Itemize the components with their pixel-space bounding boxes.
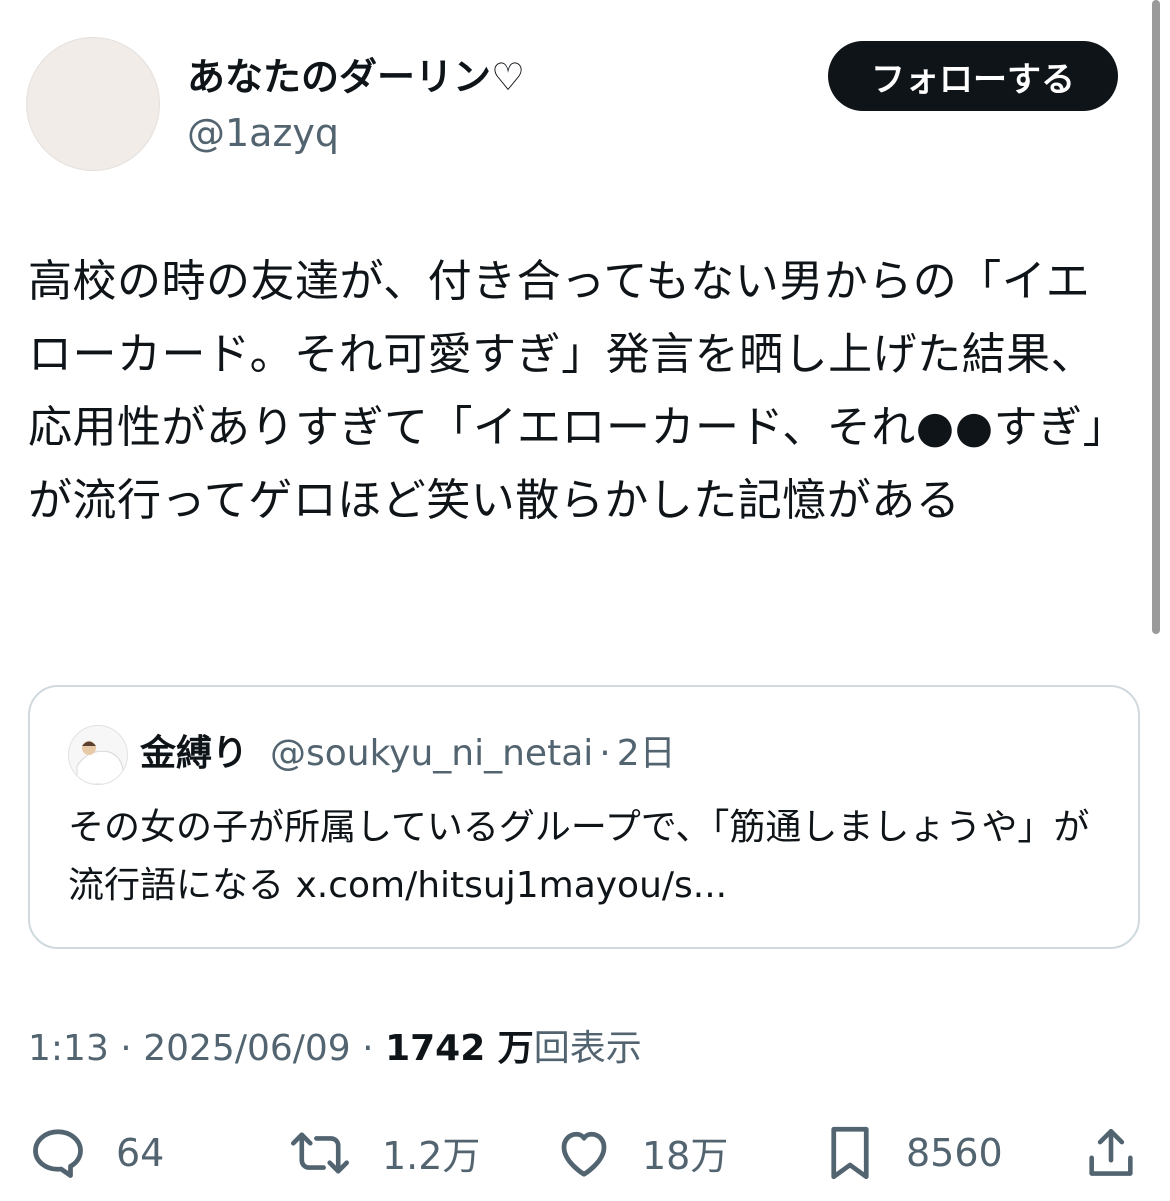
views-count: 1742 万 (385, 1028, 534, 1069)
views-label: 回表示 (533, 1028, 642, 1069)
quote-author-avatar (68, 725, 128, 785)
like-button[interactable]: 18万 (554, 1115, 728, 1190)
quote-text: その女の子が所属しているグループで、「筋通しましょうや」が流行語になる x.co… (68, 807, 1090, 906)
author-handle[interactable]: @1azyq (187, 108, 339, 158)
action-bar: 64 1.2万 18万 8560 (0, 1115, 1170, 1190)
tweet-time[interactable]: 1:13 (28, 1028, 109, 1069)
scrollbar[interactable] (1152, 0, 1160, 634)
share-button[interactable] (1082, 1115, 1140, 1190)
author-avatar[interactable] (26, 37, 160, 171)
quote-separator: · (599, 733, 611, 774)
heart-icon (554, 1123, 614, 1183)
quote-tweet-card[interactable]: 金縛り @soukyu_ni_netai · 2日 その女の子が所属しているグル… (28, 685, 1140, 949)
quote-author-name[interactable]: 金縛り (140, 731, 248, 777)
like-count: 18万 (642, 1134, 729, 1178)
bookmark-count: 8560 (906, 1130, 1003, 1175)
tweet-text: 高校の時の友達が、付き合ってもない男からの「イエローカード。それ可愛すぎ」発言を… (28, 256, 1128, 526)
speech-bubble-icon (28, 1123, 88, 1183)
retweet-count: 1.2万 (382, 1134, 481, 1178)
bookmark-button[interactable]: 8560 (822, 1115, 1003, 1190)
retweet-button[interactable]: 1.2万 (286, 1115, 480, 1190)
author-display-name[interactable]: あなたのダーリン♡ (187, 52, 525, 102)
tweet-meta: 1:13 · 2025/06/09 · 1742 万回表示 (28, 1024, 642, 1074)
follow-button[interactable]: フォローする (828, 41, 1118, 111)
quote-header: 金縛り @soukyu_ni_netai · 2日 (140, 731, 676, 777)
retweet-icon (286, 1123, 354, 1183)
quote-timestamp[interactable]: 2日 (617, 731, 676, 777)
meta-separator: · (120, 1028, 132, 1069)
share-upload-icon (1082, 1123, 1140, 1183)
tweet-date[interactable]: 2025/06/09 (143, 1028, 351, 1069)
meta-separator: · (362, 1028, 374, 1069)
bookmark-icon (822, 1123, 878, 1183)
reply-count: 64 (116, 1130, 165, 1175)
quote-author-handle[interactable]: @soukyu_ni_netai (270, 731, 593, 777)
reply-button[interactable]: 64 (28, 1115, 164, 1190)
